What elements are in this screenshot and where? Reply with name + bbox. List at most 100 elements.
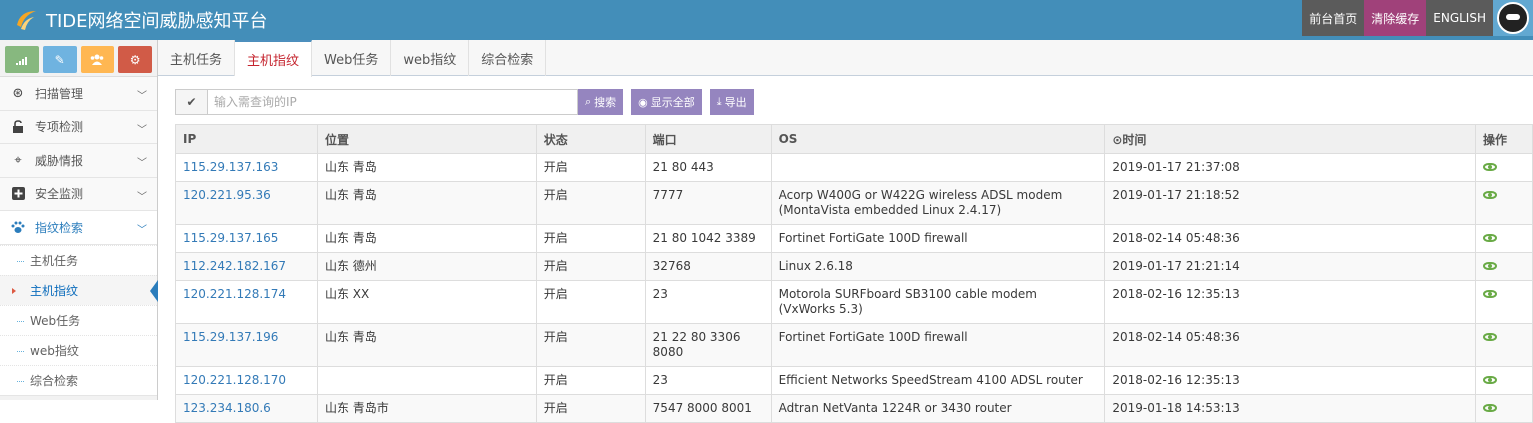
ip-link[interactable]: 115.29.137.163	[175, 153, 318, 182]
status-cell: 开启	[535, 394, 646, 423]
action-cell	[1475, 323, 1533, 367]
ip-link[interactable]: 123.234.180.6	[175, 394, 318, 423]
os-cell: Adtran NetVanta 1224R or 3430 router	[770, 394, 1106, 423]
port-cell: 21 22 80 3306 8080	[644, 323, 772, 367]
shortcut-bar: ✎ ⚙	[0, 40, 157, 77]
location-cell: 山东 青岛市	[316, 394, 537, 423]
menu-label: 威胁情报	[35, 153, 84, 168]
menu-threat-intel[interactable]: ⌖ 威胁情报 ﹀	[0, 144, 157, 178]
menu-scan-management[interactable]: ⊛ 扫描管理 ﹀	[0, 77, 157, 111]
menu-special-detection[interactable]: 专项检测 ﹀	[0, 110, 157, 144]
ip-link[interactable]: 115.29.137.196	[175, 323, 318, 367]
eye-icon[interactable]	[1483, 262, 1497, 270]
pencil-icon[interactable]: ✎	[42, 46, 77, 73]
tab-host-task[interactable]: 主机任务	[158, 40, 236, 76]
table-header-row: IP 位置 状态 端口 OS ⊙时间 操作	[175, 124, 1533, 154]
table-row: 123.234.180.6 山东 青岛市 开启 7547 8000 8001 A…	[175, 394, 1533, 423]
header-status[interactable]: 状态	[535, 124, 646, 154]
header-time[interactable]: ⊙时间	[1104, 124, 1476, 154]
ip-search-input[interactable]	[208, 89, 578, 115]
ip-link[interactable]: 112.242.182.167	[175, 252, 318, 281]
os-cell: Motorola SURFboard SB3100 cable modem (V…	[770, 280, 1106, 324]
eye-icon[interactable]	[1483, 290, 1497, 298]
time-cell: 2019-01-17 21:37:08	[1104, 153, 1476, 182]
port-cell: 21 80 1042 3389	[644, 224, 772, 253]
location-cell	[316, 366, 537, 395]
tab-comprehensive-search[interactable]: 综合检索	[469, 40, 547, 76]
header-ip[interactable]: IP	[175, 124, 318, 154]
search-button-label: 搜索	[594, 96, 617, 109]
time-cell: 2019-01-17 21:18:52	[1104, 181, 1476, 225]
front-page-button[interactable]: 前台首页	[1302, 0, 1365, 36]
status-cell: 开启	[535, 153, 646, 182]
menu-label: 指纹检索	[35, 220, 84, 235]
cogs-icon[interactable]: ⚙	[118, 46, 152, 73]
table-row: 115.29.137.165 山东 青岛 开启 21 80 1042 3389 …	[175, 224, 1533, 253]
submenu-label: web指纹	[30, 343, 79, 358]
port-cell: 7777	[644, 181, 772, 225]
plus-square-icon	[10, 186, 26, 202]
ip-link[interactable]: 120.221.128.174	[175, 280, 318, 324]
location-cell: 山东 青岛	[316, 323, 537, 367]
tab-web-fingerprint[interactable]: web指纹	[391, 40, 470, 76]
location-cell: 山东 青岛	[316, 181, 537, 225]
eye-icon[interactable]	[1483, 376, 1497, 384]
port-cell: 7547 8000 8001	[644, 394, 772, 423]
menu-security-monitoring[interactable]: 安全监测 ﹀	[0, 177, 157, 211]
signal-icon[interactable]	[5, 46, 39, 73]
eye-icon[interactable]	[1483, 163, 1497, 171]
chevron-down-icon: ﹀	[137, 124, 147, 136]
header-port[interactable]: 端口	[644, 124, 772, 154]
os-cell: Fortinet FortiGate 100D firewall	[770, 323, 1106, 367]
tab-host-fingerprint[interactable]: 主机指纹	[235, 40, 313, 77]
chevron-down-icon: ﹀	[137, 225, 147, 236]
submenu-host-fingerprint[interactable]: 主机指纹	[0, 274, 158, 305]
users-icon[interactable]	[80, 46, 115, 73]
menu-label: 扫描管理	[35, 86, 84, 101]
action-cell	[1475, 366, 1533, 395]
menu-fingerprint-search[interactable]: 指纹检索 ﹀	[0, 211, 157, 245]
submenu-host-task[interactable]: 主机任务	[0, 244, 157, 275]
export-button[interactable]: ⤓ 导出	[709, 89, 754, 115]
header-location[interactable]: 位置	[316, 124, 537, 154]
submenu-web-fingerprint[interactable]: web指纹	[0, 334, 157, 365]
avatar	[1497, 2, 1529, 34]
action-cell	[1475, 181, 1533, 225]
action-cell	[1475, 394, 1533, 423]
eye-icon[interactable]	[1483, 234, 1497, 242]
language-button[interactable]: ENGLISH	[1426, 0, 1493, 36]
table-row: 112.242.182.167 山东 德州 开启 32768 Linux 2.6…	[175, 252, 1533, 281]
ip-link[interactable]: 120.221.95.36	[175, 181, 318, 225]
app-title: TIDE网络空间威胁感知平台	[46, 11, 268, 32]
port-cell: 23	[644, 366, 772, 395]
time-cell: 2019-01-17 21:21:14	[1104, 252, 1476, 281]
eye-icon[interactable]	[1483, 404, 1497, 412]
header-action: 操作	[1475, 124, 1533, 154]
submenu-web-task[interactable]: Web任务	[0, 304, 157, 335]
clear-cache-button[interactable]: 清除缓存	[1364, 0, 1427, 36]
fingerprint-table: IP 位置 状态 端口 OS ⊙时间 操作 115.29.137.163 山东 …	[175, 124, 1533, 423]
tab-web-task[interactable]: Web任务	[312, 40, 392, 76]
submenu-comprehensive-search[interactable]: 综合检索	[0, 364, 157, 395]
user-menu[interactable]	[1493, 0, 1533, 36]
caret-right-icon	[12, 287, 16, 294]
action-cell	[1475, 224, 1533, 253]
time-cell: 2019-01-18 14:53:13	[1104, 394, 1476, 423]
show-all-button[interactable]: ◉ 显示全部	[631, 89, 702, 115]
check-icon[interactable]: ✔	[175, 89, 208, 115]
fingerprint-submenu: 主机任务 主机指纹 Web任务 web指纹 综合检索	[0, 244, 158, 396]
search-button[interactable]: ⌕ 搜索	[578, 89, 624, 115]
location-cell: 山东 青岛	[316, 224, 537, 253]
eye-icon[interactable]	[1483, 333, 1497, 341]
os-cell: Linux 2.6.18	[770, 252, 1106, 281]
submenu-label: 主机指纹	[30, 283, 79, 298]
eye-icon[interactable]	[1483, 191, 1497, 199]
header-os[interactable]: OS	[770, 124, 1106, 154]
submenu-label: 综合检索	[30, 373, 79, 388]
ip-link[interactable]: 115.29.137.165	[175, 224, 318, 253]
header-time-label: 时间	[1122, 132, 1147, 147]
clock-icon: ⊙	[1112, 132, 1123, 147]
top-navbar: TIDE网络空间威胁感知平台 前台首页 清除缓存 ENGLISH	[0, 0, 1533, 40]
ip-link[interactable]: 120.221.128.170	[175, 366, 318, 395]
brand[interactable]: TIDE网络空间威胁感知平台	[14, 0, 268, 40]
